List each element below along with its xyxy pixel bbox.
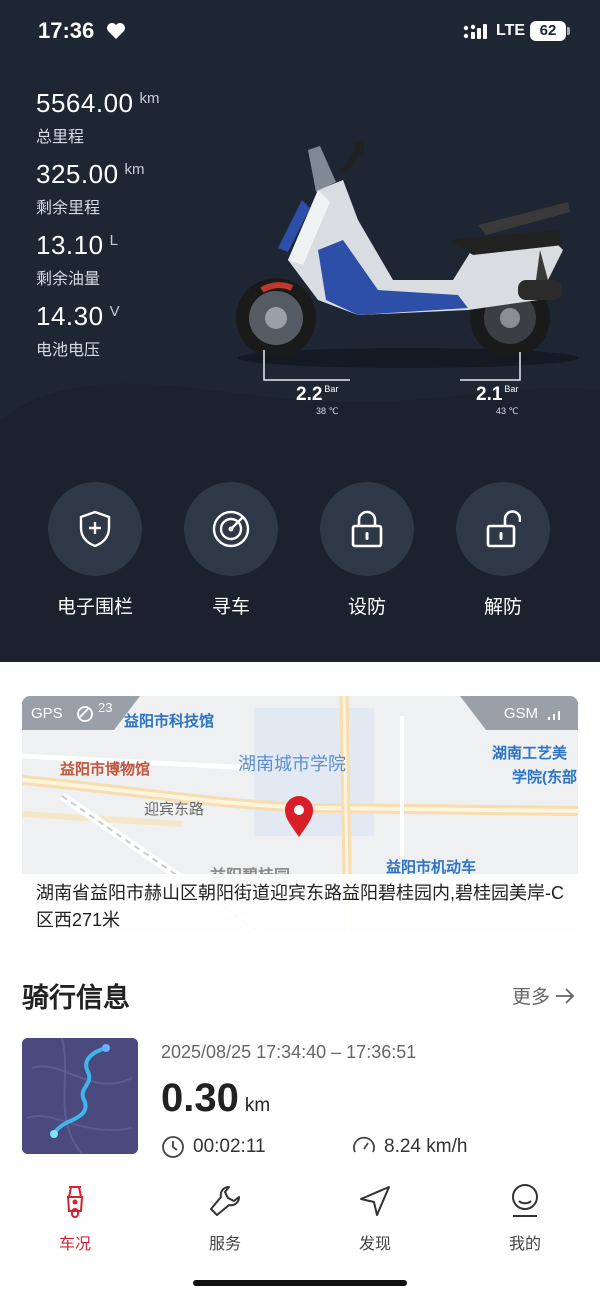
front-tire-info: 2.2 Bar 38 ℃ [296,384,339,417]
ride-duration: 00:02:11 [161,1135,266,1159]
ride-route-thumbnail[interactable] [22,1038,138,1154]
status-time: 17:36 [38,18,95,43]
tab-vehicle[interactable]: 车况 [35,1182,115,1254]
tire-pressure: 2.1 [476,384,503,405]
rear-tire-callout-line [460,352,521,381]
heart-icon [107,23,125,39]
tab-discover[interactable]: 发现 [335,1182,415,1254]
stat-label: 剩余油量 [36,271,101,288]
geofence-button[interactable]: 电子围栏 [45,482,145,619]
ride-info-title: 骑行信息 [22,983,130,1013]
tab-profile[interactable]: 我的 [485,1182,565,1254]
tab-label: 车况 [58,1236,91,1253]
stat-label: 总里程 [36,129,85,146]
navigation-icon [360,1186,390,1216]
stat-value: 14.30 [36,301,104,331]
map-road-label: 迎宾东路 [144,801,205,818]
gps-satellite-count: 23 [98,700,113,715]
address-panel: 湖南省益阳市赫山区朝阳街道迎宾东路益阳碧桂园内,碧桂园美岸-C区西271米 [22,874,578,934]
vehicle-stats: 5564.00 km 总里程 325.00 km 剩余里程 13.10 L 剩余油量 … [36,88,159,372]
gsm-signal-icon [548,711,560,720]
ride-distance: 0.30 km [161,1076,270,1121]
more-label: 更多 [512,987,551,1008]
tire-pressure: 2.2 [296,384,323,405]
stat-unit: L [109,232,118,249]
battery-tip [567,27,570,35]
stat-value: 5564.00 [36,88,134,118]
wrench-icon [210,1186,240,1216]
map-poi-tech-museum: 益阳市科技馆 [124,713,215,730]
map-poi-arts-college-2: 学院(东部 [512,769,577,786]
stat-total-mileage: 5564.00 km 总里程 [36,88,159,159]
stat-battery-voltage: 14.30 V 电池电压 [36,301,159,372]
ride-duration-value: 00:02:11 [193,1136,266,1157]
stat-label: 剩余里程 [36,200,101,217]
disarm-button[interactable]: 解防 [453,482,553,619]
tire-temperature: 43 ℃ [496,406,519,416]
route-map-image [22,1038,138,1154]
stat-label: 电池电压 [36,342,101,359]
stat-remaining-fuel: 13.10 L 剩余油量 [36,230,159,301]
ride-more-link[interactable]: 更多 [512,982,575,1009]
gsm-label: GSM [503,705,538,722]
map-poi-college: 湖南城市学院 [238,754,346,774]
arrow-right-icon [556,988,575,1004]
stat-value: 13.10 [36,230,104,260]
satellite-icon [77,706,93,722]
battery-level: 62 [530,21,566,41]
tab-service[interactable]: 服务 [185,1182,265,1254]
tire-temperature: 38 ℃ [316,406,339,416]
lock-icon [351,510,383,548]
tire-pressure-unit: Bar [324,384,339,394]
action-label: 解防 [483,597,522,618]
action-label: 设防 [347,597,386,618]
gps-label: GPS [31,705,63,722]
unlock-icon [486,510,521,548]
scooter-icon [66,1186,84,1218]
action-circle[interactable] [456,482,550,576]
stat-unit: km [124,161,145,178]
stat-unit: km [139,90,160,107]
stat-value: 325.00 [36,159,119,189]
action-circle[interactable] [184,482,278,576]
ride-distance-unit: km [244,1095,271,1116]
tab-label: 服务 [208,1236,241,1253]
location-pin-icon [285,796,313,837]
speedometer-icon [353,1136,375,1153]
tab-label: 发现 [358,1236,391,1253]
front-tire-callout-line [263,350,350,381]
vehicle-location-map[interactable]: GPS 23 GSM 益阳市科技馆 益阳市博物馆 湖南城市学院 迎宾东路 湖南工… [22,696,578,934]
home-indicator[interactable] [193,1280,407,1286]
action-circle[interactable] [320,482,414,576]
tire-pressure-unit: Bar [504,384,519,394]
ride-speed-value: 8.24 km/h [384,1136,468,1157]
status-bar: 17:36 LTE 62 [0,0,600,66]
action-label: 寻车 [211,597,250,618]
find-vehicle-button[interactable]: 寻车 [181,482,281,619]
stat-remaining-range: 325.00 km 剩余里程 [36,159,159,230]
shield-plus-icon [79,510,111,548]
ride-distance-value: 0.30 [161,1076,239,1120]
clock-icon [162,1136,184,1158]
stat-unit: V [109,303,120,320]
tab-label: 我的 [508,1236,541,1253]
profile-icon [512,1184,538,1217]
rear-tire-info: 2.1 Bar 43 ℃ [476,384,519,417]
ride-time-range: 2025/08/25 17:34:40 – 17:36:51 [161,1042,417,1062]
location-address: 湖南省益阳市赫山区朝阳街道迎宾东路益阳碧桂园内,碧桂园美岸-C区西271米 [36,883,564,930]
action-label: 电子围栏 [56,597,133,618]
map-poi-arts-college: 湖南工艺美 [492,745,568,762]
vehicle-status-panel: 17:36 LTE 62 5564.00 km 总里程 325.00 km 剩余里程… [0,0,600,662]
bottom-tab-bar: 车况 服务 发现 我的 [0,1164,600,1299]
arm-button[interactable]: 设防 [317,482,417,619]
action-circle[interactable] [48,482,142,576]
map-poi-museum: 益阳市博物馆 [60,761,151,778]
ride-average-speed: 8.24 km/h [352,1135,467,1159]
network-type: LTE [496,22,526,39]
signal-icon [463,24,487,39]
radar-icon [212,510,250,548]
